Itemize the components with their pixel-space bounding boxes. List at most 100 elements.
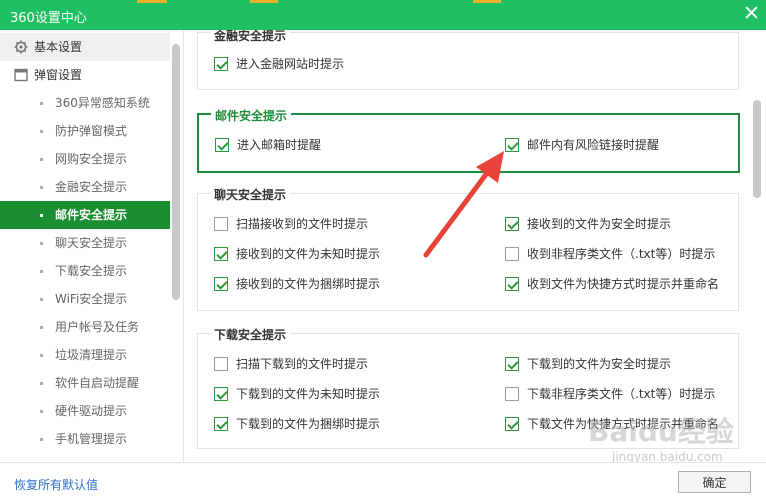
checkbox[interactable] xyxy=(505,357,519,371)
group-title: 聊天安全提示 xyxy=(210,186,291,203)
bullet-icon xyxy=(40,326,43,329)
window-title: 360设置中心 xyxy=(10,11,87,26)
sidebar-section-popup[interactable]: 弹窗设置 xyxy=(0,61,170,89)
sidebar-item-label: 金融安全提示 xyxy=(55,180,128,194)
option-label: 扫描接收到的文件时提示 xyxy=(236,217,369,231)
option-label: 扫描下载到的文件时提示 xyxy=(236,357,369,371)
checkbox[interactable] xyxy=(214,57,228,71)
option-download-safe[interactable]: 下载到的文件为安全时提示 xyxy=(505,355,671,373)
option-label: 收到非程序类文件（.txt等）时提示 xyxy=(527,247,716,261)
checkbox[interactable] xyxy=(214,277,228,291)
option-chat-nonprogram[interactable]: 收到非程序类文件（.txt等）时提示 xyxy=(505,245,715,263)
option-label: 下载非程序类文件（.txt等）时提示 xyxy=(527,387,716,401)
option-label: 下载到的文件为未知时提示 xyxy=(236,387,381,401)
sidebar-item-popup-mode[interactable]: 防护弹窗模式 xyxy=(0,117,170,145)
sidebar-item-label: WiFi安全提示 xyxy=(55,292,128,306)
checkbox[interactable] xyxy=(505,277,519,291)
option-label: 接收到的文件为安全时提示 xyxy=(527,217,672,231)
settings-panel: 金融安全提示 进入金融网站时提示 邮件安全提示 进入邮箱时提醒 邮件内有风险链接… xyxy=(185,30,766,462)
bullet-icon xyxy=(40,242,43,245)
option-label: 下载到的文件为捆绑时提示 xyxy=(236,417,381,431)
sidebar-item-label: 硬件驱动提示 xyxy=(55,404,128,418)
checkbox[interactable] xyxy=(214,247,228,261)
option-download-shortcut[interactable]: 下载文件为快捷方式时提示并重命名 xyxy=(505,415,719,433)
checkbox[interactable] xyxy=(214,387,228,401)
checkbox[interactable] xyxy=(214,357,228,371)
checkbox[interactable] xyxy=(505,217,519,231)
bullet-icon xyxy=(40,298,43,301)
title-decoration xyxy=(473,0,501,3)
title-decoration xyxy=(250,0,278,3)
checkbox[interactable] xyxy=(214,417,228,431)
option-download-nonprogram[interactable]: 下载非程序类文件（.txt等）时提示 xyxy=(505,385,715,403)
sidebar-item-account[interactable]: 用户帐号及任务 xyxy=(0,313,170,341)
option-chat-bundled[interactable]: 接收到的文件为捆绑时提示 xyxy=(214,275,380,293)
group-chat: 聊天安全提示 扫描接收到的文件时提示 接收到的文件为安全时提示 接收到的文件为未… xyxy=(197,186,739,311)
sidebar-item-label: 360异常感知系统 xyxy=(55,96,150,110)
group-title: 邮件安全提示 xyxy=(211,107,292,124)
checkbox[interactable] xyxy=(505,387,519,401)
sidebar-scrollbar[interactable] xyxy=(172,44,180,300)
option-label: 邮件内有风险链接时提醒 xyxy=(527,138,660,152)
bullet-icon xyxy=(40,410,43,413)
sidebar: 基本设置 弹窗设置 360异常感知系统 防护弹窗模式 网购安全提示 金融安全提示… xyxy=(0,30,184,462)
sidebar-item-label: 软件自启动提醒 xyxy=(55,376,140,390)
option-mail-enter[interactable]: 进入邮箱时提醒 xyxy=(215,136,321,154)
bullet-icon xyxy=(40,438,43,441)
gear-icon xyxy=(14,40,28,54)
sidebar-item-label: 网购安全提示 xyxy=(55,152,128,166)
group-download: 下载安全提示 扫描下载到的文件时提示 下载到的文件为安全时提示 下载到的文件为未… xyxy=(197,326,739,449)
option-download-scan[interactable]: 扫描下载到的文件时提示 xyxy=(214,355,368,373)
sidebar-item-chat[interactable]: 聊天安全提示 xyxy=(0,229,170,257)
sidebar-item-label: 防护弹窗模式 xyxy=(55,124,128,138)
group-title: 下载安全提示 xyxy=(210,326,291,343)
group-finance: 金融安全提示 进入金融网站时提示 xyxy=(197,30,739,90)
option-chat-unknown[interactable]: 接收到的文件为未知时提示 xyxy=(214,245,380,263)
group-mail: 邮件安全提示 进入邮箱时提醒 邮件内有风险链接时提醒 xyxy=(197,107,740,173)
sidebar-item-label: 邮件安全提示 xyxy=(55,208,128,222)
content-scrollbar[interactable] xyxy=(753,100,761,198)
title-bar: 360设置中心 xyxy=(0,0,766,30)
checkbox[interactable] xyxy=(505,247,519,261)
restore-defaults-link[interactable]: 恢复所有默认值 xyxy=(14,476,98,493)
option-label: 接收到的文件为捆绑时提示 xyxy=(236,277,381,291)
option-label: 下载文件为快捷方式时提示并重命名 xyxy=(527,417,720,431)
sidebar-item-finance[interactable]: 金融安全提示 xyxy=(0,173,170,201)
close-icon[interactable] xyxy=(745,4,758,23)
sidebar-item-phone[interactable]: 手机管理提示 xyxy=(0,425,170,453)
option-chat-safe[interactable]: 接收到的文件为安全时提示 xyxy=(505,215,671,233)
window-icon xyxy=(14,68,28,82)
option-finance-site[interactable]: 进入金融网站时提示 xyxy=(214,55,344,73)
sidebar-item-autostart[interactable]: 软件自启动提醒 xyxy=(0,369,170,397)
checkbox[interactable] xyxy=(214,217,228,231)
option-download-bundled[interactable]: 下载到的文件为捆绑时提示 xyxy=(214,415,380,433)
option-chat-shortcut[interactable]: 收到文件为快捷方式时提示并重命名 xyxy=(505,275,719,293)
bullet-icon xyxy=(40,382,43,385)
sidebar-item-anomaly[interactable]: 360异常感知系统 xyxy=(0,89,170,117)
sidebar-item-download[interactable]: 下载安全提示 xyxy=(0,257,170,285)
bullet-icon xyxy=(40,158,43,161)
sidebar-item-wifi[interactable]: WiFi安全提示 xyxy=(0,285,170,313)
option-label: 接收到的文件为未知时提示 xyxy=(236,247,381,261)
bullet-icon xyxy=(40,214,43,217)
sidebar-item-driver[interactable]: 硬件驱动提示 xyxy=(0,397,170,425)
checkbox[interactable] xyxy=(505,138,519,152)
checkbox[interactable] xyxy=(505,417,519,431)
sidebar-item-mail[interactable]: 邮件安全提示 xyxy=(0,201,170,229)
option-mail-risk-link[interactable]: 邮件内有风险链接时提醒 xyxy=(505,136,659,154)
sidebar-section-label: 基本设置 xyxy=(34,40,83,54)
bullet-icon xyxy=(40,130,43,133)
sidebar-item-shopping[interactable]: 网购安全提示 xyxy=(0,145,170,173)
option-label: 收到文件为快捷方式时提示并重命名 xyxy=(527,277,720,291)
sidebar-item-label: 下载安全提示 xyxy=(55,264,128,278)
ok-button[interactable]: 确定 xyxy=(678,471,751,493)
option-chat-scan[interactable]: 扫描接收到的文件时提示 xyxy=(214,215,368,233)
option-download-unknown[interactable]: 下载到的文件为未知时提示 xyxy=(214,385,380,403)
title-decoration xyxy=(137,0,167,3)
sidebar-item-label: 聊天安全提示 xyxy=(55,236,128,250)
bullet-icon xyxy=(40,270,43,273)
checkbox[interactable] xyxy=(215,138,229,152)
bullet-icon xyxy=(40,186,43,189)
sidebar-section-basic[interactable]: 基本设置 xyxy=(0,33,170,61)
sidebar-item-cleanup[interactable]: 垃圾清理提示 xyxy=(0,341,170,369)
